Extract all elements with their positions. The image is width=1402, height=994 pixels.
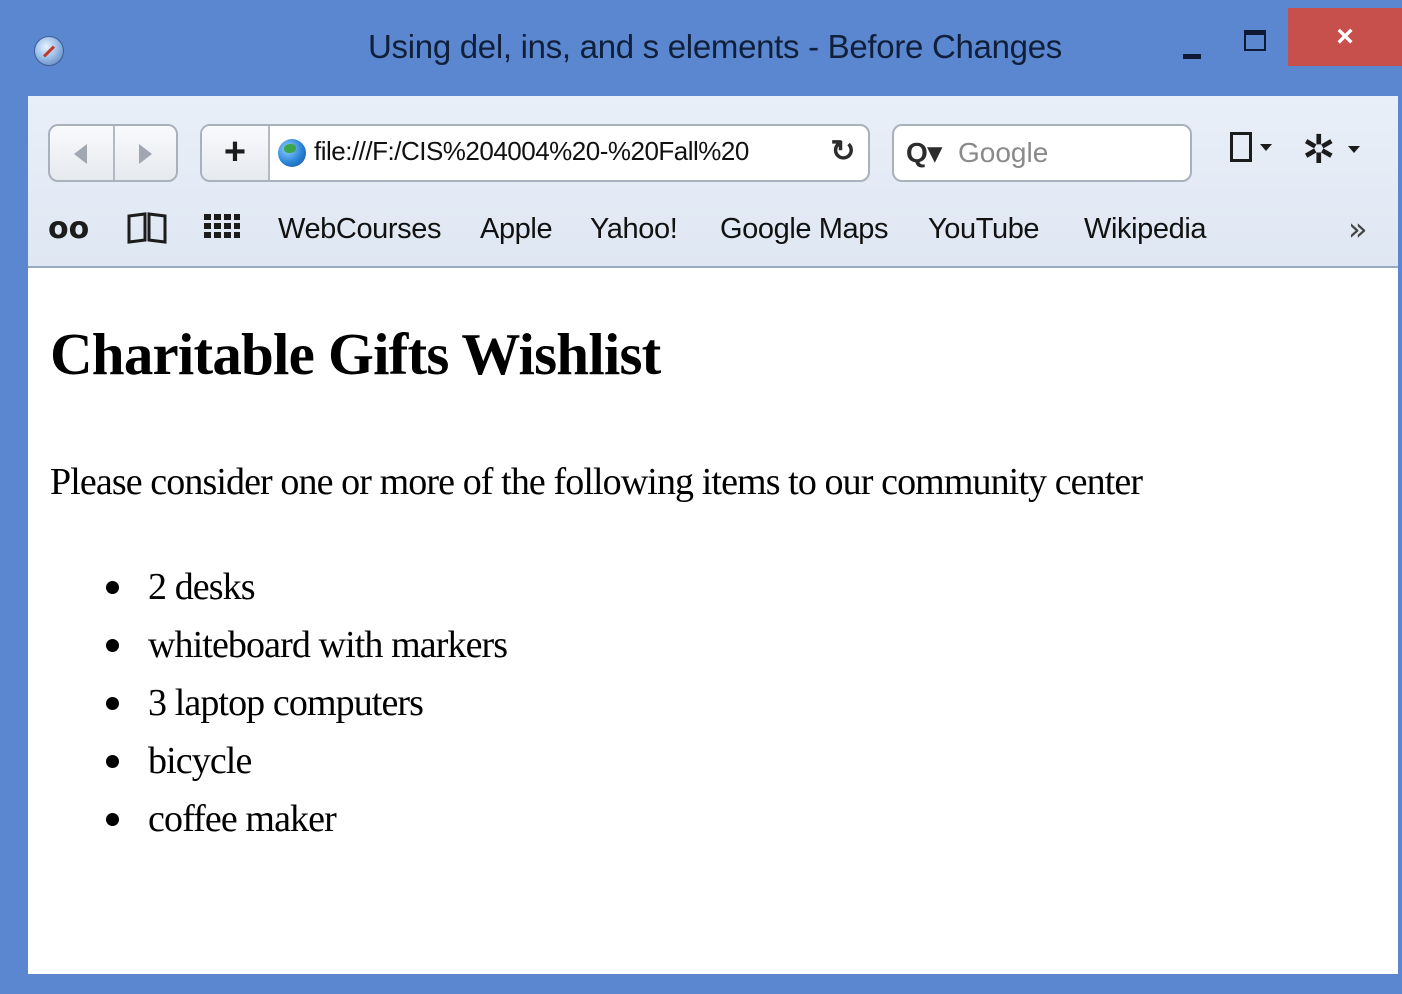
list-item-text: 2 desks bbox=[148, 566, 256, 608]
list-item: coffee maker bbox=[50, 790, 507, 848]
forward-button[interactable] bbox=[115, 126, 178, 180]
chevron-down-icon bbox=[1348, 146, 1360, 153]
bookmark-google-maps[interactable]: Google Maps bbox=[720, 210, 888, 248]
list-item-text: whiteboard with markers bbox=[148, 624, 508, 666]
bookmarks-book-icon[interactable] bbox=[126, 210, 168, 248]
list-item-text: bicycle bbox=[148, 740, 252, 782]
page-heading: Charitable Gifts Wishlist bbox=[50, 321, 661, 387]
list-item: 3 laptop computers bbox=[50, 674, 507, 732]
open-book-icon bbox=[127, 212, 167, 244]
window-title: Using del, ins, and s elements - Before … bbox=[368, 28, 1062, 65]
back-button[interactable] bbox=[50, 126, 115, 180]
minimize-button[interactable] bbox=[1178, 30, 1212, 60]
bullet-icon bbox=[106, 813, 119, 826]
bullet-icon bbox=[106, 755, 119, 768]
url-field[interactable]: file:///F:/CIS%204004%20-%20Fall%20 bbox=[314, 136, 819, 170]
add-bookmark-button[interactable]: + bbox=[202, 126, 270, 180]
globe-icon bbox=[278, 139, 306, 167]
address-bar[interactable]: + file:///F:/CIS%204004%20-%20Fall%20 ↻ bbox=[200, 124, 870, 182]
list-item: 2 desks bbox=[50, 558, 507, 616]
list-item: bicycle bbox=[50, 732, 507, 790]
reload-icon[interactable]: ↻ bbox=[828, 134, 858, 170]
search-input[interactable] bbox=[958, 134, 1178, 172]
gear-icon: ✲ bbox=[1302, 128, 1336, 172]
browser-toolbar: + file:///F:/CIS%204004%20-%20Fall%20 ↻ … bbox=[28, 96, 1398, 268]
intro-paragraph: Please consider one or more of the follo… bbox=[50, 461, 1143, 503]
grid-icon bbox=[204, 214, 240, 238]
search-box[interactable]: Q▾ bbox=[892, 124, 1192, 182]
close-button[interactable]: × bbox=[1288, 8, 1402, 66]
list-item-text: 3 laptop computers bbox=[148, 682, 424, 724]
title-bar: Using del, ins, and s elements - Before … bbox=[0, 0, 1402, 96]
list-item-text: coffee maker bbox=[148, 798, 337, 840]
chevron-down-icon bbox=[1260, 144, 1272, 151]
bookmark-webcourses[interactable]: WebCourses bbox=[278, 210, 441, 248]
safari-compass-icon[interactable] bbox=[34, 36, 64, 66]
page-content: Charitable Gifts Wishlist Please conside… bbox=[28, 268, 1398, 974]
bullet-icon bbox=[106, 581, 119, 594]
wish-list: 2 desks whiteboard with markers 3 laptop… bbox=[50, 558, 508, 848]
bookmark-youtube[interactable]: YouTube bbox=[928, 210, 1040, 248]
bookmark-yahoo[interactable]: Yahoo! bbox=[590, 210, 678, 248]
page-menu-button[interactable] bbox=[1226, 130, 1290, 174]
bookmarks-bar: oo WebCourses Apple Yahoo! Google Maps Y… bbox=[48, 206, 1388, 252]
maximize-button[interactable] bbox=[1240, 28, 1270, 56]
settings-menu-button[interactable]: ✲ bbox=[1302, 126, 1372, 174]
bookmark-wikipedia[interactable]: Wikipedia bbox=[1084, 210, 1207, 248]
search-icon[interactable]: Q▾ bbox=[906, 134, 952, 172]
bullet-icon bbox=[106, 639, 119, 652]
page-icon bbox=[1230, 132, 1252, 162]
list-item: whiteboard with markers bbox=[50, 616, 508, 674]
top-sites-grid-icon[interactable] bbox=[202, 210, 242, 248]
bullet-icon bbox=[106, 697, 119, 710]
bookmark-apple[interactable]: Apple bbox=[480, 210, 553, 248]
browser-window: Using del, ins, and s elements - Before … bbox=[0, 0, 1402, 994]
more-bookmarks-icon[interactable]: » bbox=[1348, 210, 1368, 248]
reading-list-icon[interactable]: oo bbox=[48, 210, 89, 248]
navigation-buttons bbox=[48, 124, 178, 182]
